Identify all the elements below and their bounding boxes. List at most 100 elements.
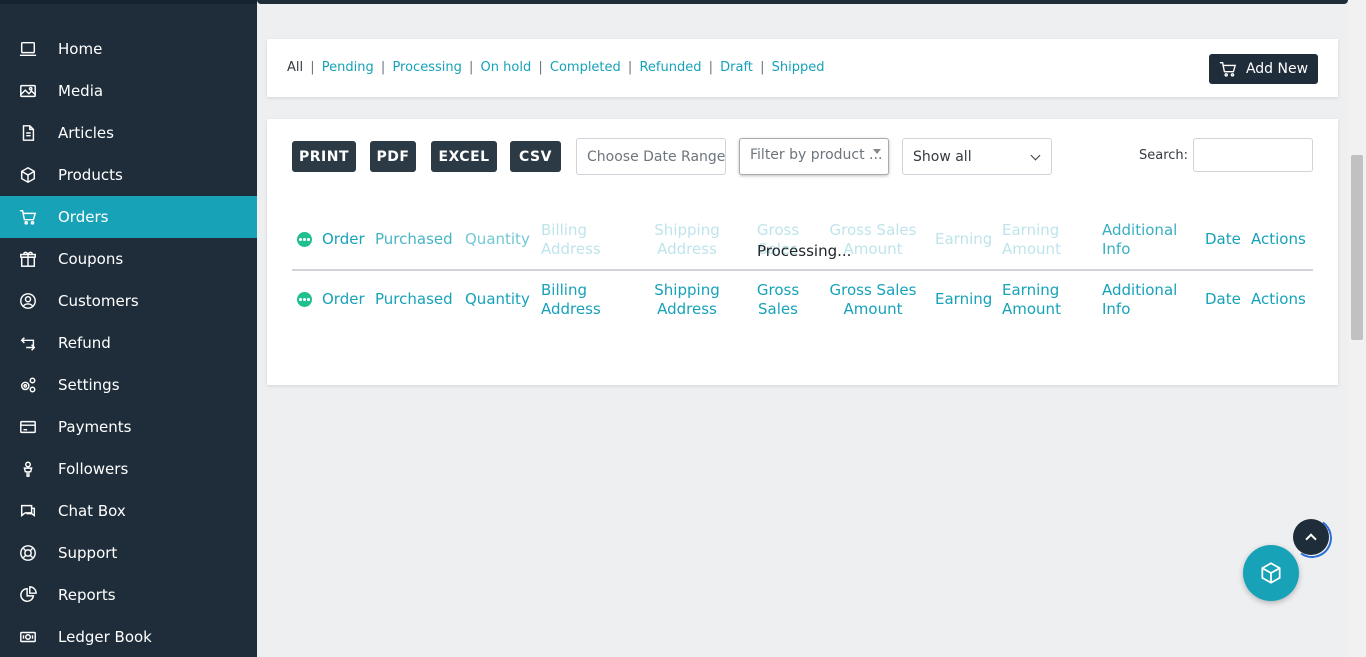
sidebar-item-label: Customers <box>58 292 139 310</box>
more-dots-icon <box>297 292 312 307</box>
user-circle-icon <box>18 291 38 311</box>
col-billing-address[interactable]: Billing Address <box>541 221 611 259</box>
status-separator: | <box>708 60 713 75</box>
pie-chart-icon <box>18 585 38 605</box>
col-actions[interactable]: Actions <box>1251 230 1306 249</box>
col-earning[interactable]: Earning <box>935 290 992 309</box>
sidebar-item-label: Support <box>58 544 118 562</box>
sidebar-item-label: Chat Box <box>58 502 126 520</box>
chevron-down-icon <box>1030 150 1041 161</box>
status-separator: | <box>310 60 315 75</box>
cart-icon <box>1219 62 1237 77</box>
sidebar-item-label: Reports <box>58 586 116 604</box>
sidebar-item-articles[interactable]: Articles <box>0 112 257 154</box>
status-separator: | <box>380 60 386 75</box>
col-billing-address[interactable]: Billing Address <box>541 281 611 319</box>
col-purchased[interactable]: Purchased <box>375 290 453 309</box>
sidebar-item-label: Articles <box>58 124 114 142</box>
status-filter-links: All | Pending | Processing | On hold | C… <box>287 60 824 75</box>
status-separator: | <box>538 60 543 75</box>
sidebar: Home Media Articles Products Orders Coup… <box>0 0 257 657</box>
search-label: Search: <box>1139 148 1189 163</box>
order-status-bar: All | Pending | Processing | On hold | C… <box>267 39 1338 97</box>
sidebar-item-customers[interactable]: Customers <box>0 280 257 322</box>
sidebar-item-home[interactable]: Home <box>0 28 257 70</box>
col-purchased[interactable]: Purchased <box>375 230 453 249</box>
col-shipping-address[interactable]: Shipping Address <box>652 281 722 319</box>
status-separator: | <box>760 60 765 75</box>
gears-icon <box>18 375 38 395</box>
cart-icon <box>18 207 38 227</box>
col-shipping-address[interactable]: Shipping Address <box>652 221 722 259</box>
col-gross-sales-amount[interactable]: Gross Sales Amount <box>828 281 918 319</box>
top-header-bar <box>257 0 1348 4</box>
status-processing-link[interactable]: Processing <box>392 60 461 75</box>
sidebar-item-ledger-book[interactable]: Ledger Book <box>0 616 257 657</box>
credit-card-icon <box>18 417 38 437</box>
sidebar-item-support[interactable]: Support <box>0 532 257 574</box>
product-filter-placeholder: Filter by product ... <box>750 147 883 163</box>
col-date[interactable]: Date <box>1205 230 1241 249</box>
excel-button[interactable]: EXCEL <box>431 141 497 172</box>
sidebar-item-settings[interactable]: Settings <box>0 364 257 406</box>
chat-icon <box>18 501 38 521</box>
csv-button[interactable]: CSV <box>510 141 561 172</box>
sidebar-item-reports[interactable]: Reports <box>0 574 257 616</box>
sidebar-item-products[interactable]: Products <box>0 154 257 196</box>
search-input[interactable] <box>1193 138 1313 172</box>
sidebar-item-payments[interactable]: Payments <box>0 406 257 448</box>
col-additional-info[interactable]: Additional Info <box>1102 221 1184 259</box>
box-icon <box>18 165 38 185</box>
refund-icon <box>18 333 38 353</box>
col-order[interactable]: Order <box>322 230 365 249</box>
col-order[interactable]: Order <box>322 290 365 309</box>
sidebar-item-followers[interactable]: Followers <box>0 448 257 490</box>
sidebar-item-label: Ledger Book <box>58 628 152 646</box>
product-filter-select[interactable]: Filter by product ... <box>739 138 889 175</box>
col-gross-sales[interactable]: Gross Sales <box>754 281 802 319</box>
lifebuoy-icon <box>18 543 38 563</box>
col-date[interactable]: Date <box>1205 290 1241 309</box>
status-draft-link[interactable]: Draft <box>720 60 753 75</box>
document-icon <box>18 123 38 143</box>
status-refunded-link[interactable]: Refunded <box>639 60 701 75</box>
sidebar-item-chat-box[interactable]: Chat Box <box>0 490 257 532</box>
status-pending-link[interactable]: Pending <box>322 60 374 75</box>
col-quantity[interactable]: Quantity <box>465 290 530 309</box>
col-quantity[interactable]: Quantity <box>465 230 530 249</box>
date-range-input[interactable]: Choose Date Range ... <box>576 138 726 175</box>
box-icon <box>1261 562 1281 584</box>
add-new-button[interactable]: Add New <box>1209 54 1318 84</box>
caret-down-icon <box>873 149 881 154</box>
sidebar-item-label: Settings <box>58 376 120 394</box>
col-earning[interactable]: Earning <box>935 230 992 249</box>
sidebar-item-label: Refund <box>58 334 111 352</box>
col-earning-amount[interactable]: Earning Amount <box>1002 221 1066 259</box>
status-on-hold-link[interactable]: On hold <box>481 60 532 75</box>
pdf-button[interactable]: PDF <box>370 141 416 172</box>
followers-icon <box>18 459 38 479</box>
sidebar-top-edge <box>0 0 257 4</box>
more-dots-icon <box>297 232 312 247</box>
col-additional-info[interactable]: Additional Info <box>1102 281 1184 319</box>
sidebar-item-label: Orders <box>58 208 109 226</box>
status-shipped-link[interactable]: Shipped <box>772 60 825 75</box>
sidebar-item-coupons[interactable]: Coupons <box>0 238 257 280</box>
scrollbar-thumb[interactable] <box>1351 155 1363 340</box>
scroll-to-top-button[interactable] <box>1288 514 1336 562</box>
status-completed-link[interactable]: Completed <box>550 60 621 75</box>
page-scrollbar[interactable] <box>1348 0 1366 657</box>
money-icon <box>18 627 38 647</box>
col-actions[interactable]: Actions <box>1251 290 1306 309</box>
sidebar-item-orders[interactable]: Orders <box>0 196 257 238</box>
status-select[interactable]: Show all <box>902 138 1052 175</box>
col-earning-amount[interactable]: Earning Amount <box>1002 281 1066 319</box>
status-select-value: Show all <box>913 148 972 165</box>
sidebar-item-media[interactable]: Media <box>0 70 257 112</box>
processing-indicator: Processing... <box>757 242 852 260</box>
table-divider <box>292 269 1313 271</box>
print-button[interactable]: PRINT <box>292 141 356 172</box>
sidebar-item-refund[interactable]: Refund <box>0 322 257 364</box>
status-all-link[interactable]: All <box>287 60 303 75</box>
floating-box-button[interactable] <box>1243 545 1299 601</box>
